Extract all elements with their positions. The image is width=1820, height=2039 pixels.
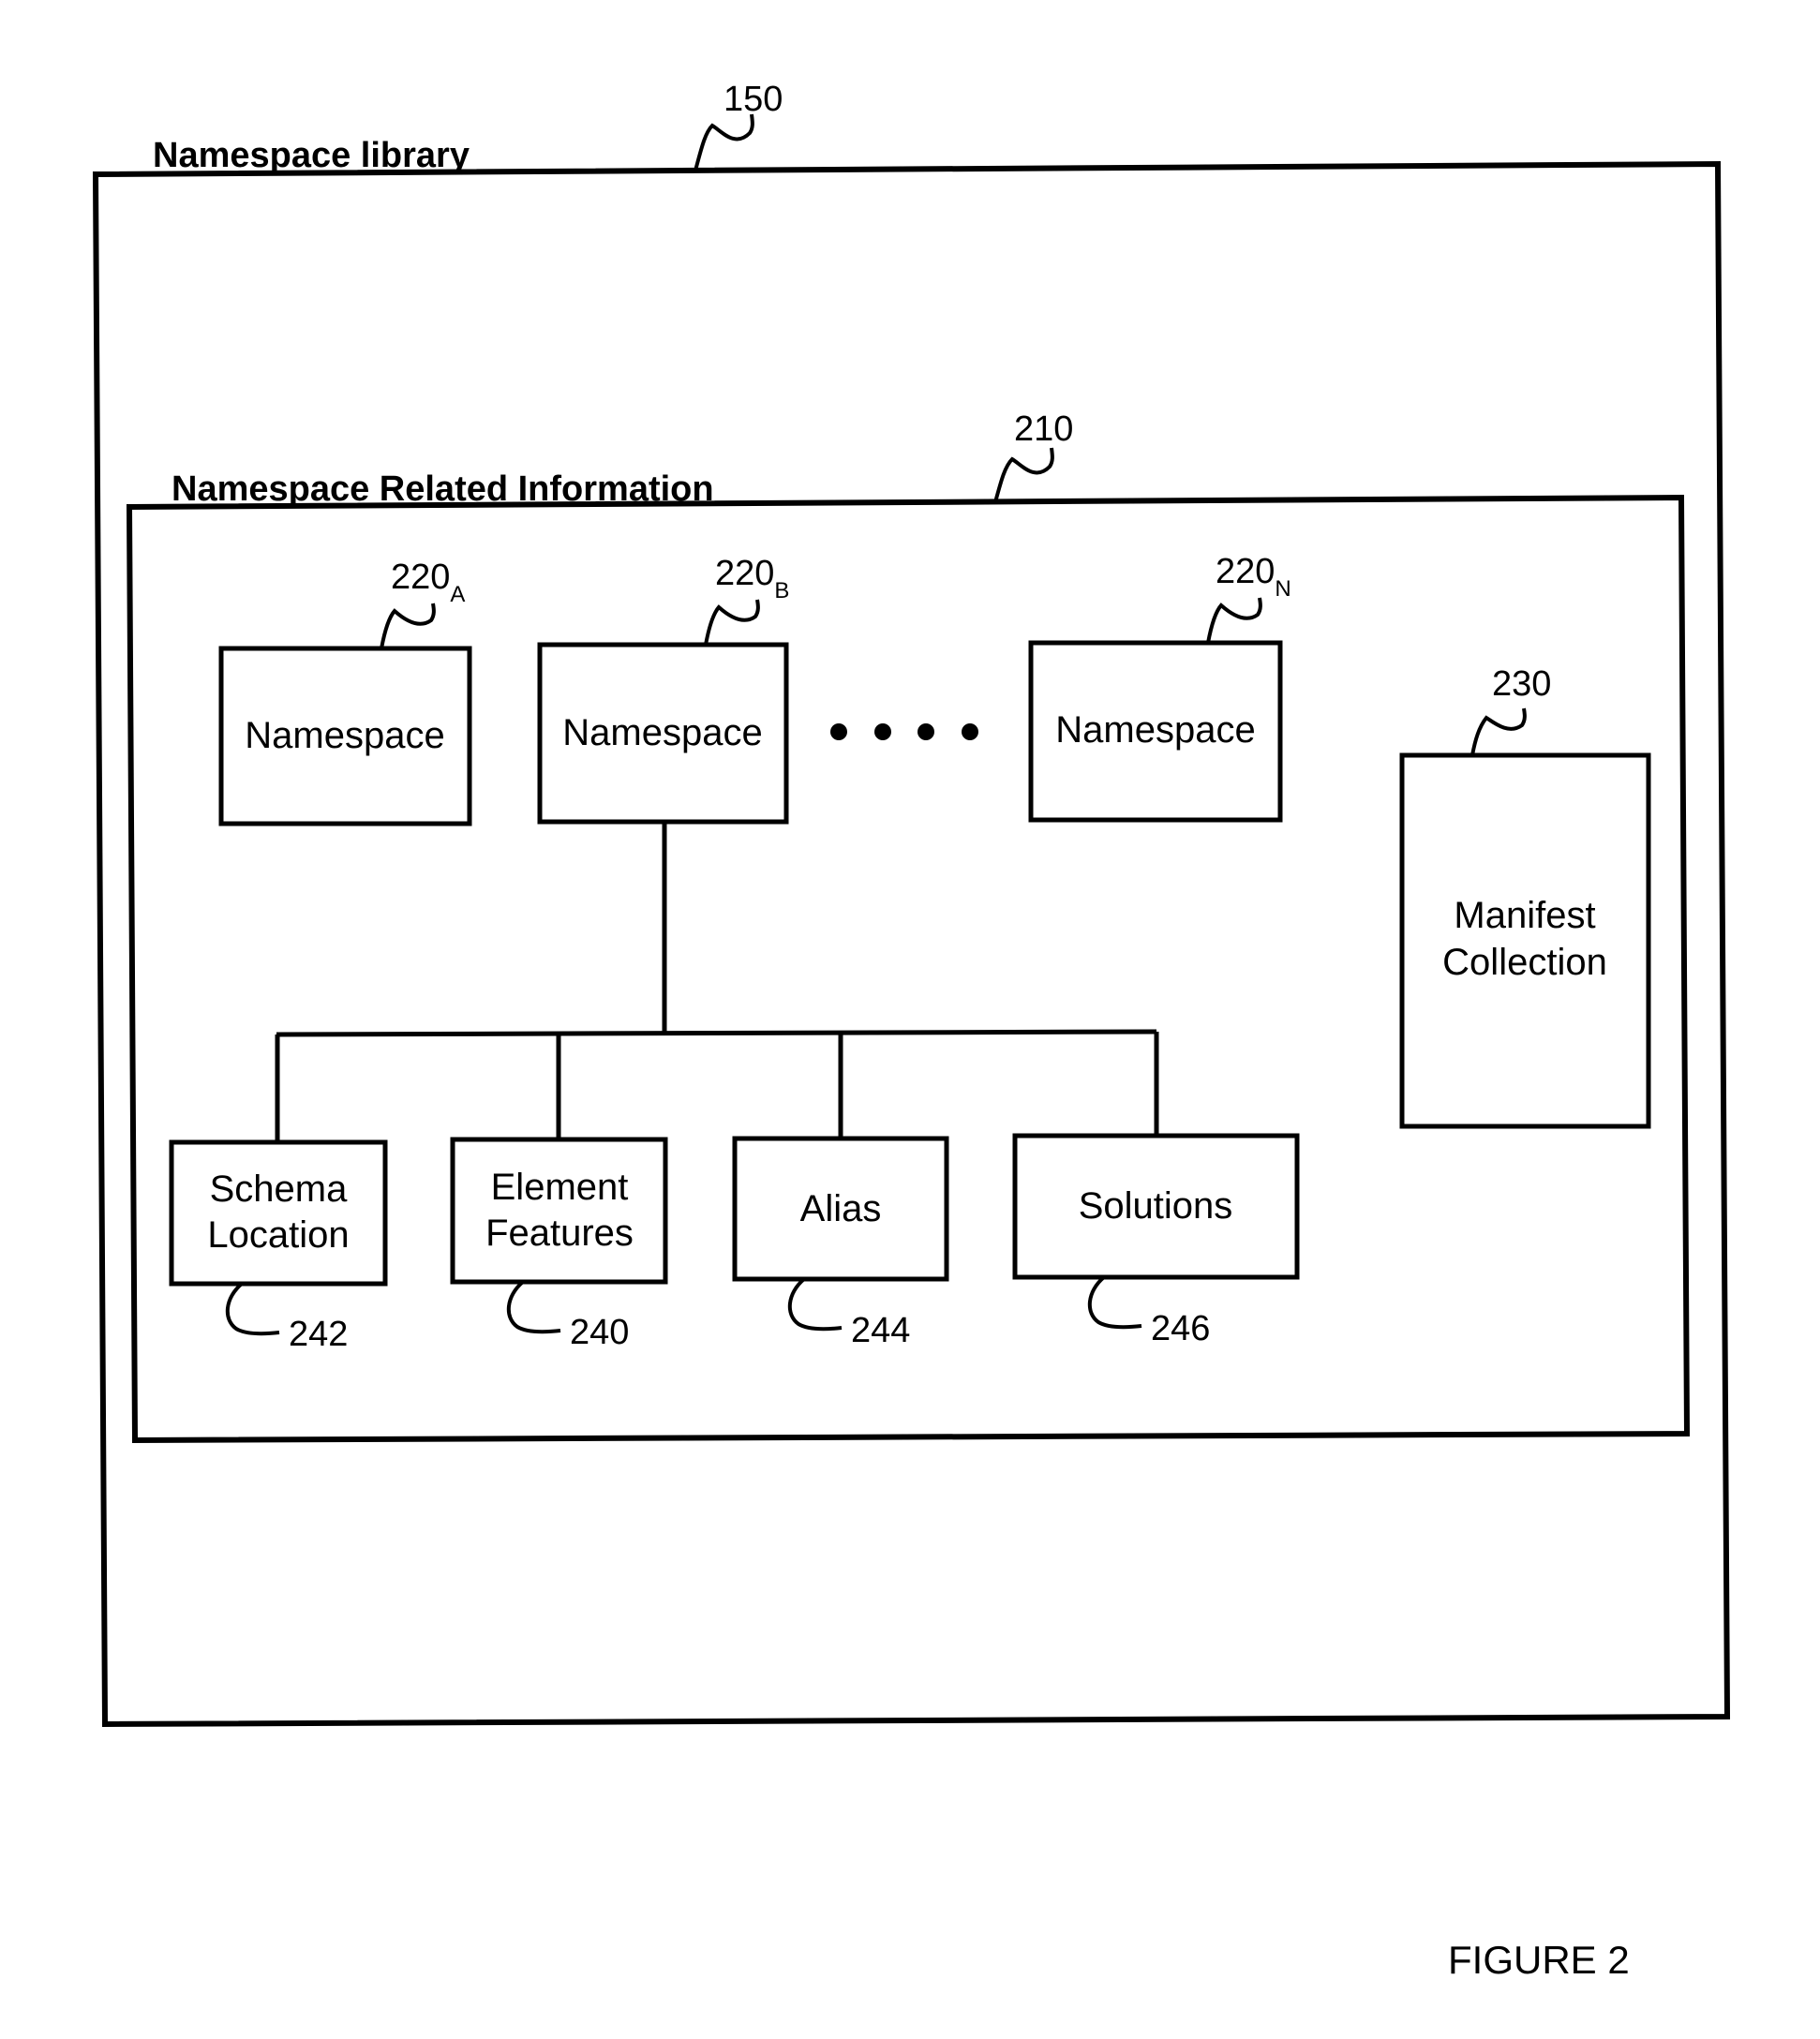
schema-location-line1: Schema bbox=[210, 1168, 348, 1210]
ellipsis-dot bbox=[874, 723, 891, 740]
schema-location-line2: Location bbox=[207, 1214, 349, 1256]
alias-box: Alias 244 bbox=[732, 1136, 949, 1350]
manifest-ref-leader bbox=[1470, 707, 1527, 756]
schema-location-ref-leader bbox=[226, 1282, 280, 1336]
element-features-box: Element Features 240 bbox=[450, 1137, 668, 1352]
related-info-ref-leader bbox=[993, 447, 1054, 503]
ellipsis-dot bbox=[830, 723, 847, 740]
namespace-b-ref: 220B bbox=[715, 554, 789, 603]
related-info-title: Namespace Related Information bbox=[172, 469, 714, 509]
element-features-line2: Features bbox=[485, 1213, 634, 1254]
solutions-box: Solutions 246 bbox=[1012, 1133, 1300, 1348]
alias-ref-leader bbox=[788, 1277, 843, 1332]
namespace-a-ref-leader bbox=[380, 603, 436, 649]
manifest-ref: 230 bbox=[1492, 664, 1551, 704]
element-features-border bbox=[450, 1137, 668, 1285]
schema-location-ref: 242 bbox=[289, 1315, 348, 1354]
namespace-a-label: Namespace bbox=[245, 715, 444, 756]
namespace-a-ref: 220A bbox=[391, 558, 465, 607]
namespace-library-diagram: Namespace library 150 Namespace Related … bbox=[92, 80, 1731, 1982]
ellipsis-dot bbox=[962, 723, 978, 740]
alias-label: Alias bbox=[800, 1188, 882, 1229]
ellipsis-dot bbox=[917, 723, 934, 740]
connector-tree bbox=[275, 822, 1159, 1142]
solutions-label: Solutions bbox=[1079, 1185, 1233, 1227]
namespace-n-ref-leader bbox=[1206, 597, 1262, 644]
namespace-n-label: Namespace bbox=[1055, 709, 1255, 751]
namespace-b-ref-leader bbox=[704, 599, 760, 646]
namespace-b-label: Namespace bbox=[562, 712, 762, 753]
schema-location-border bbox=[169, 1139, 388, 1287]
manifest-collection-box: Manifest Collection 230 bbox=[1399, 664, 1651, 1129]
element-features-line1: Element bbox=[491, 1167, 629, 1208]
solutions-ref: 246 bbox=[1151, 1309, 1210, 1348]
library-ref: 150 bbox=[724, 80, 783, 119]
namespace-n-ref: 220N bbox=[1216, 552, 1291, 602]
solutions-ref-leader bbox=[1088, 1275, 1142, 1330]
manifest-label-line2: Collection bbox=[1442, 942, 1607, 983]
schema-location-box: Schema Location 242 bbox=[169, 1139, 388, 1354]
component-bus-line bbox=[276, 1029, 1157, 1037]
library-ref-leader bbox=[694, 113, 754, 171]
element-features-ref: 240 bbox=[570, 1313, 629, 1352]
namespace-box-b: Namespace 220B bbox=[537, 554, 789, 825]
ellipsis-dots bbox=[830, 723, 978, 740]
manifest-label-line1: Manifest bbox=[1454, 895, 1595, 936]
figure-label: FIGURE 2 bbox=[1448, 1938, 1630, 1982]
library-title: Namespace library bbox=[153, 136, 470, 175]
manifest-border bbox=[1399, 752, 1651, 1129]
alias-ref: 244 bbox=[851, 1311, 910, 1350]
element-features-ref-leader bbox=[507, 1280, 561, 1334]
related-info-ref: 210 bbox=[1014, 409, 1073, 449]
namespace-box-n: Namespace 220N bbox=[1028, 552, 1291, 823]
namespace-box-a: Namespace 220A bbox=[218, 558, 472, 826]
